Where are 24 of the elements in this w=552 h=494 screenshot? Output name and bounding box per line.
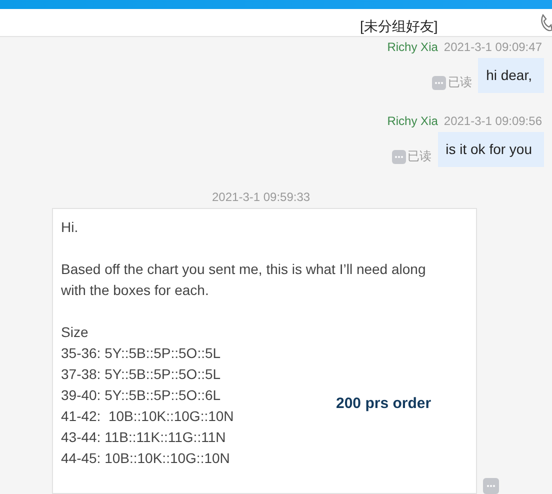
message-text: 39-40: 5Y::5B::5P::5O::6L [61, 386, 221, 405]
phone-icon[interactable] [540, 14, 552, 32]
message-text: 44-45: 10B::10K::10G::10N [61, 449, 230, 468]
message-text: hi dear, [486, 66, 532, 85]
more-icon[interactable] [483, 478, 499, 494]
message-text: is it ok for you [446, 140, 532, 159]
annotation-text: 200 prs order [336, 394, 432, 414]
sender-name: Richy Xia [387, 39, 438, 55]
more-icon[interactable] [392, 150, 406, 164]
message-time: 2021-3-1 09:09:56 [444, 113, 542, 129]
window-title: [未分组好友] [360, 18, 438, 36]
read-status: 已读 [448, 74, 472, 91]
message-text: 37-38: 5Y::5B::5P::5O::5L [61, 365, 221, 384]
message-text: Size [61, 323, 88, 342]
message-text: 43-44: 11B::11K::11G::11N [61, 428, 226, 447]
sender-name: Richy Xia [387, 113, 438, 129]
more-icon[interactable] [432, 76, 446, 90]
message-text: 41-42: 10B::10K::10G::10N [61, 407, 234, 426]
message-time: 2021-3-1 09:59:33 [212, 189, 310, 205]
message-time: 2021-3-1 09:09:47 [444, 39, 542, 55]
read-status: 已读 [408, 148, 432, 165]
message-text: Based off the chart you sent me, this is what I’ll need along with the boxes for each. [61, 260, 427, 300]
message-text: 35-36: 5Y::5B::5P::5O::5L [61, 344, 221, 363]
message-text: Hi. [61, 218, 78, 237]
